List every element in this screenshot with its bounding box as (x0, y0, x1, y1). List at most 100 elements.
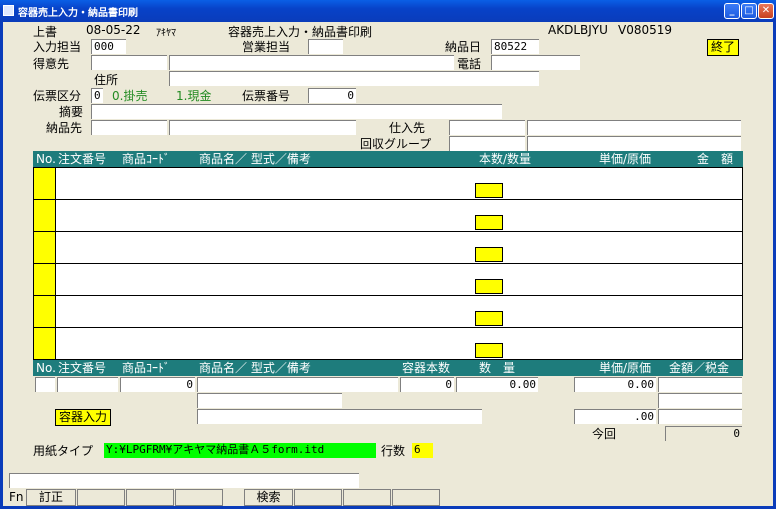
table-row[interactable] (34, 328, 742, 360)
entry-no-field[interactable] (35, 377, 55, 392)
table-row[interactable] (34, 168, 742, 200)
entry-order-no-field[interactable] (57, 377, 118, 392)
customer-name-field[interactable] (169, 55, 454, 70)
input-staff-label: 入力担当 (33, 40, 82, 54)
entry-col-quantity: 数 量 (479, 361, 516, 375)
row-qty-cell[interactable] (475, 311, 503, 326)
entry-unit-price-field[interactable]: 0.00 (574, 377, 656, 392)
table-row[interactable] (34, 264, 742, 296)
row-no-cell[interactable] (34, 296, 56, 327)
delivery-date-field[interactable]: 80522 (491, 39, 539, 54)
current-value: 0 (665, 426, 742, 441)
close-button[interactable]: ✕ (758, 3, 774, 19)
entry-cost-field[interactable]: .00 (574, 409, 656, 424)
col-order-no: 注文番号 (58, 152, 107, 166)
container-input-button[interactable]: 容器入力 (55, 409, 112, 426)
slip-number-field[interactable]: 0 (308, 88, 356, 103)
col-unit-price: 単価/原価 (599, 152, 652, 166)
entry-col-unit-price: 単価/原価 (599, 361, 652, 375)
slip-option-cash: 1.現金 (176, 89, 212, 103)
col-count-qty: 本数/数量 (479, 152, 532, 166)
col-no: No. (36, 152, 56, 166)
col-amount: 金 額 (697, 152, 734, 166)
entry-product-name-field[interactable] (197, 377, 398, 392)
fn-label: Fn (9, 490, 24, 504)
col-product-code: 商品ｺｰﾄﾞ (122, 152, 171, 166)
slip-option-credit: 0.掛売 (112, 89, 148, 103)
entry-col-no: No. (36, 361, 56, 375)
supplier-label: 仕入先 (389, 121, 426, 135)
fn6-button[interactable] (294, 489, 342, 506)
entry-extra-field[interactable] (658, 409, 742, 424)
row-qty-cell[interactable] (475, 183, 503, 198)
fn5-search-button[interactable]: 検索 (244, 489, 293, 506)
row-no-cell[interactable] (34, 328, 56, 359)
table-row[interactable] (34, 232, 742, 264)
slip-type-field[interactable]: 0 (91, 88, 103, 103)
row-no-cell[interactable] (34, 200, 56, 231)
entry-model-field[interactable] (197, 393, 342, 408)
row-no-cell[interactable] (34, 232, 56, 263)
fn2-button[interactable] (77, 489, 125, 506)
row-qty-cell[interactable] (475, 343, 503, 358)
address-label: 住所 (94, 73, 119, 87)
entry-quantity-field[interactable]: 0.00 (456, 377, 538, 392)
customer-code-field[interactable] (91, 55, 167, 70)
message-field (9, 473, 359, 488)
row-qty-cell[interactable] (475, 247, 503, 262)
row-qty-cell[interactable] (475, 279, 503, 294)
fn8-button[interactable] (392, 489, 440, 506)
sales-staff-label: 営業担当 (242, 40, 291, 54)
title-bar: 容器売上入力・納品書印刷 _ □ ✕ (0, 0, 776, 22)
entry-container-count-field[interactable]: 0 (400, 377, 454, 392)
entry-product-code-field[interactable]: 0 (120, 377, 195, 392)
window-title: 容器売上入力・納品書印刷 (18, 8, 138, 19)
sales-staff-field[interactable] (308, 39, 343, 54)
paper-type-field[interactable]: Y:¥LPGFRM¥アキヤマ納品書Ａ５form.itd (104, 443, 376, 458)
row-qty-cell[interactable] (475, 215, 503, 230)
fn7-button[interactable] (343, 489, 391, 506)
entry-amount-field[interactable] (658, 377, 742, 392)
entry-header: No. 注文番号 商品ｺｰﾄﾞ 商品名／ 型式／備考 容器本数 数 量 単価/原… (33, 360, 743, 376)
minimize-button[interactable]: _ (724, 3, 740, 19)
delivery-to-label: 納品先 (46, 121, 83, 135)
collect-group-name-field[interactable] (527, 136, 741, 151)
entry-remarks-field[interactable] (197, 409, 482, 424)
phone-label: 電話 (457, 57, 482, 71)
fn4-button[interactable] (175, 489, 223, 506)
exit-button[interactable]: 終了 (707, 39, 740, 56)
customer-label: 得意先 (33, 57, 70, 71)
row-no-cell[interactable] (34, 168, 56, 199)
address-field[interactable] (169, 71, 539, 86)
program-id: AKDLBJYU (548, 23, 608, 37)
phone-field[interactable] (491, 55, 580, 70)
slip-number-label: 伝票番号 (242, 89, 291, 103)
supplier-name-field[interactable] (527, 120, 741, 135)
program-version: V080519 (618, 23, 673, 37)
lines-label: 行数 (381, 444, 406, 458)
table-row[interactable] (34, 200, 742, 232)
summary-field[interactable] (91, 104, 502, 119)
row-no-cell[interactable] (34, 264, 56, 295)
entry-tax-field[interactable] (658, 393, 742, 408)
entry-col-product-code: 商品ｺｰﾄﾞ (122, 361, 171, 375)
lines-field[interactable]: 6 (412, 443, 433, 458)
current-label: 今回 (592, 427, 617, 441)
supplier-code-field[interactable] (449, 120, 525, 135)
app-icon (3, 5, 14, 16)
input-staff-field[interactable]: 000 (91, 39, 126, 54)
col-product-name: 商品名／ 型式／備考 (199, 152, 311, 166)
maximize-button[interactable]: □ (741, 3, 757, 19)
entry-col-container-count: 容器本数 (402, 361, 451, 375)
fn1-correct-button[interactable]: 訂正 (26, 489, 76, 506)
delivery-to-code-field[interactable] (91, 120, 167, 135)
user-name: ｱｷﾔﾏ (156, 28, 176, 39)
slip-type-label: 伝票区分 (33, 89, 82, 103)
collect-group-code-field[interactable] (449, 136, 525, 151)
delivery-to-name-field[interactable] (169, 120, 356, 135)
fn3-button[interactable] (126, 489, 174, 506)
table-row[interactable] (34, 296, 742, 328)
grid-header: No. 注文番号 商品ｺｰﾄﾞ 商品名／ 型式／備考 本数/数量 単価/原価 金… (33, 151, 743, 167)
entry-col-order-no: 注文番号 (58, 361, 107, 375)
delivery-date-label: 納品日 (445, 40, 482, 54)
